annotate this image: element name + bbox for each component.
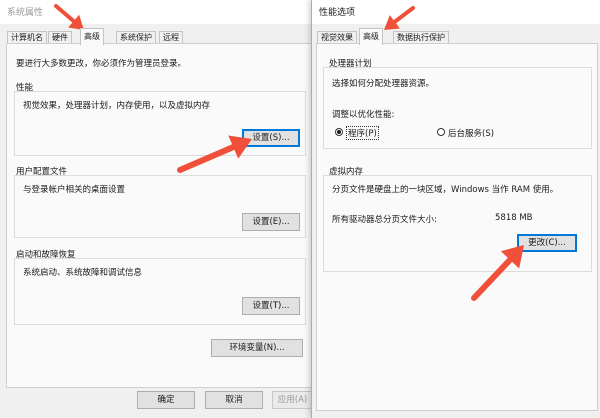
virtual-memory-group: 分页文件是硬盘上的一块区域，Windows 当作 RAM 使用。 所有驱动器总分… [323, 175, 592, 272]
user-profile-desc: 与登录帐户相关的桌面设置 [23, 185, 126, 195]
ok-button[interactable]: 确定 [137, 391, 195, 409]
startup-recovery-group: 系统启动、系统故障和调试信息 设置(T)... [14, 258, 306, 325]
cancel-button[interactable]: 取消 [205, 391, 263, 409]
performance-options-window: 性能选项 视觉效果 高级 数据执行保护 处理器计划 选择如何分配处理器资源。 调… [311, 0, 600, 418]
title-bar: 性能选项 [312, 0, 600, 24]
title-bar: 系统属性 [0, 0, 312, 24]
background-services-radio[interactable] [437, 128, 445, 136]
startup-desc: 系统启动、系统故障和调试信息 [23, 268, 143, 278]
processor-scheduling-group: 选择如何分配处理器资源。 调整以优化性能: 程序(P) 后台服务(S) [323, 67, 592, 149]
user-profile-settings-button[interactable]: 设置(E)... [242, 213, 300, 231]
environment-variables-button[interactable]: 环境变量(N)... [211, 339, 303, 357]
total-paging-label: 所有驱动器总分页文件大小: [332, 215, 437, 225]
change-virtual-memory-button[interactable]: 更改(C)... [517, 234, 577, 252]
background-services-radio-label[interactable]: 后台服务(S) [448, 127, 494, 139]
apply-button[interactable]: 应用(A) [272, 391, 312, 409]
programs-radio[interactable] [335, 128, 343, 136]
performance-group: 视觉效果，处理器计划，内存使用，以及虚拟内存 设置(S)... [14, 91, 306, 156]
adjust-label: 调整以优化性能: [332, 110, 395, 120]
window-title: 系统属性 [7, 8, 44, 18]
performance-settings-button[interactable]: 设置(S)... [242, 129, 300, 147]
admin-notice: 要进行大多数更改，你必须作为管理员登录。 [16, 59, 187, 69]
programs-radio-label[interactable]: 程序(P) [346, 126, 379, 140]
startup-settings-button[interactable]: 设置(T)... [242, 297, 300, 315]
processor-desc: 选择如何分配处理器资源。 [332, 79, 435, 89]
total-paging-value: 5818 MB [495, 213, 533, 223]
user-profile-group: 与登录帐户相关的桌面设置 设置(E)... [14, 175, 306, 238]
window-title: 性能选项 [319, 8, 356, 18]
tab-panel-advanced: 要进行大多数更改，你必须作为管理员登录。 性能 视觉效果，处理器计划，内存使用，… [6, 43, 312, 388]
tab-advanced[interactable]: 高级 [359, 28, 383, 45]
system-properties-window: 系统属性 计算机名 硬件 高级 系统保护 远程 要进行大多数更改，你必须作为管理… [0, 0, 312, 418]
tab-panel-advanced: 处理器计划 选择如何分配处理器资源。 调整以优化性能: 程序(P) 后台服务(S… [316, 43, 598, 411]
virtual-memory-desc: 分页文件是硬盘上的一块区域，Windows 当作 RAM 使用。 [332, 185, 559, 195]
tab-advanced[interactable]: 高级 [80, 28, 104, 45]
performance-desc: 视觉效果，处理器计划，内存使用，以及虚拟内存 [23, 101, 211, 111]
